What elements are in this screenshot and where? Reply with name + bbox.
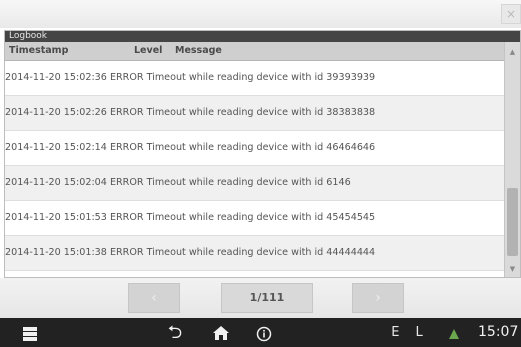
column-level[interactable]: Level [134,42,162,60]
pager: ‹ 1/111 › [0,278,521,318]
table-row[interactable]: 2014-11-20 15:02:04 ERROR Timeout while … [5,166,505,201]
language-indicator[interactable]: E L [390,318,430,347]
log-list: 2014-11-20 15:02:36 ERROR Timeout while … [5,61,505,271]
scroll-down-icon[interactable]: ▼ [505,261,520,277]
page-indicator: 1/111 [221,283,313,313]
info-icon[interactable] [256,318,272,347]
back-icon[interactable]: ⮌ [165,318,185,347]
column-message[interactable]: Message [175,42,222,60]
home-icon[interactable] [210,318,232,347]
warning-icon[interactable] [447,318,461,347]
next-page-button[interactable]: › [352,283,404,313]
table-row[interactable]: 2014-11-20 15:02:26 ERROR Timeout while … [5,96,505,131]
column-header: Timestamp Level Message [5,42,520,61]
previous-page-button[interactable]: ‹ [128,283,180,313]
window-title: Logbook [5,31,520,42]
table-row[interactable]: 2014-11-20 15:01:53 ERROR Timeout while … [5,201,505,236]
logbook-window: Logbook Timestamp Level Message 2014-11-… [4,30,521,278]
scroll-up-icon[interactable]: ▲ [505,44,520,60]
top-bar: × [0,0,521,28]
clock: 15:07 [478,324,519,340]
table-row[interactable]: 2014-11-20 15:02:36 ERROR Timeout while … [5,61,505,96]
menu-icon[interactable] [22,318,38,347]
taskbar: ⮌ E L 15:07 [0,318,521,347]
table-row[interactable]: 2014-11-20 15:01:38 ERROR Timeout while … [5,236,505,271]
close-icon[interactable]: × [501,4,521,24]
column-timestamp[interactable]: Timestamp [9,42,68,60]
vertical-scrollbar[interactable]: ▲ ▼ [504,42,520,277]
scrollbar-thumb[interactable] [507,188,518,256]
table-row[interactable]: 2014-11-20 15:02:14 ERROR Timeout while … [5,131,505,166]
